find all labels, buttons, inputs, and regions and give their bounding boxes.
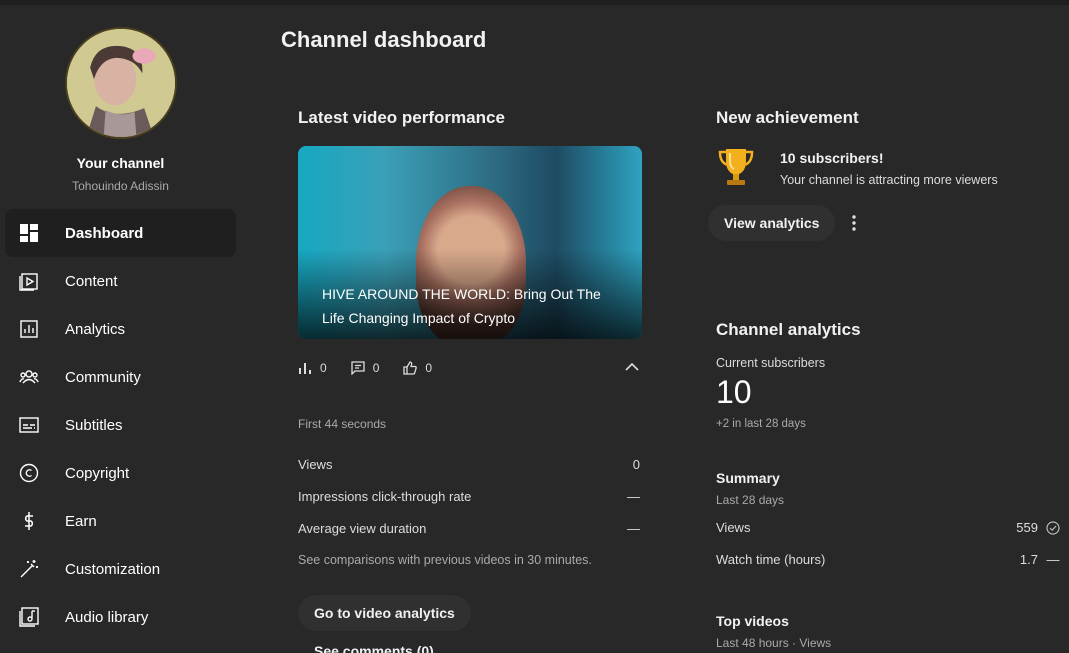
channel-analytics-title: Channel analytics	[716, 320, 861, 339]
sidebar-item-subtitles[interactable]: Subtitles	[5, 401, 236, 449]
chevron-up-icon[interactable]	[624, 359, 640, 375]
new-achievement-title: New achievement	[716, 108, 859, 127]
summary-value: 559	[1016, 520, 1038, 535]
metric-value: —	[627, 521, 640, 536]
sidebar-item-label: Analytics	[65, 320, 126, 338]
summary-title: Summary	[716, 470, 780, 486]
page-title: Channel dashboard	[281, 27, 487, 52]
view-analytics-button[interactable]: View analytics	[708, 205, 836, 241]
sidebar-item-copyright[interactable]: Copyright	[5, 449, 236, 497]
sidebar-item-customization[interactable]: Customization	[5, 545, 236, 593]
community-icon	[19, 367, 39, 387]
check-circle-icon	[1046, 520, 1060, 535]
sidebar-item-label: Content	[65, 272, 118, 290]
trophy-icon	[718, 149, 754, 185]
summary-row-views: Views 559	[716, 520, 1060, 535]
metric-label: Impressions click-through rate	[298, 489, 472, 504]
sidebar-item-label: Customization	[65, 560, 161, 578]
subscribers-delta: +2 in last 28 days	[716, 418, 806, 430]
channel-name: Tohouindo Adissin	[72, 179, 169, 193]
avatar-image	[67, 29, 175, 137]
top-videos-period: Last 48 hours · Views	[716, 636, 832, 650]
summary-row-watch-time: Watch time (hours) 1.7 —	[716, 552, 1060, 567]
your-channel-label: Your channel	[76, 155, 165, 171]
metric-label: Views	[298, 457, 333, 472]
metric-label: Average view duration	[298, 521, 427, 536]
sidebar: Your channel Tohouindo Adissin Dashboard…	[0, 5, 241, 653]
views-stat: 0	[298, 361, 327, 375]
sidebar-item-dashboard[interactable]: Dashboard	[5, 209, 236, 257]
channel-avatar[interactable]	[65, 27, 177, 139]
sidebar-item-label: Community	[65, 368, 141, 386]
metric-row-avd: Average view duration —	[298, 521, 640, 536]
copyright-icon	[19, 463, 39, 483]
dashboard-icon	[19, 223, 39, 243]
more-vert-icon	[852, 215, 856, 231]
bar-chart-icon	[299, 363, 311, 374]
sidebar-item-audio-library[interactable]: Audio library	[5, 593, 236, 641]
content-icon	[19, 271, 39, 291]
sidebar-item-label: Earn	[65, 512, 97, 530]
sidebar-item-community[interactable]: Community	[5, 353, 236, 401]
see-comments-button[interactable]: See comments (0)	[298, 633, 450, 653]
likes-stat: 0	[403, 361, 432, 375]
likes-count: 0	[425, 361, 433, 375]
latest-video-title: Latest video performance	[298, 108, 505, 127]
thumbs-up-icon	[403, 361, 418, 375]
audio-library-icon	[19, 607, 39, 627]
achievement-title: 10 subscribers!	[780, 150, 884, 166]
sidebar-item-label: Copyright	[65, 464, 130, 482]
analytics-icon	[19, 319, 39, 339]
metric-value: —	[627, 489, 640, 504]
subtitles-icon	[19, 415, 39, 435]
achievement-subtitle: Your channel is attracting more viewers	[780, 173, 998, 187]
magic-wand-icon	[19, 559, 39, 579]
current-subscribers-label: Current subscribers	[716, 356, 826, 370]
dollar-icon	[19, 511, 39, 531]
metric-row-ctr: Impressions click-through rate —	[298, 489, 640, 504]
summary-value-wrap: 559	[1016, 520, 1060, 535]
sidebar-item-label: Audio library	[65, 608, 149, 626]
comment-icon	[351, 361, 365, 375]
summary-label: Views	[716, 520, 751, 535]
sidebar-item-earn[interactable]: Earn	[5, 497, 236, 545]
comments-count: 0	[372, 361, 380, 375]
sidebar-item-content[interactable]: Content	[5, 257, 236, 305]
more-options-button[interactable]	[842, 211, 866, 235]
video-stats-row: 0 0 0	[298, 359, 642, 377]
go-to-video-analytics-button[interactable]: Go to video analytics	[298, 595, 471, 631]
top-videos-title: Top videos	[716, 613, 789, 629]
summary-value: 1.7	[1019, 552, 1038, 567]
summary-label: Watch time (hours)	[716, 552, 826, 567]
sidebar-item-label: Subtitles	[65, 416, 123, 434]
comparison-note: See comparisons with previous videos in …	[298, 553, 592, 567]
first-period-label: First 44 seconds	[298, 417, 387, 431]
video-title[interactable]: HIVE AROUND THE WORLD: Bring Out The Lif…	[322, 282, 622, 330]
metric-row-views: Views 0	[298, 457, 640, 472]
summary-value-wrap: 1.7 —	[1020, 552, 1060, 567]
current-subscribers-count: 10	[716, 374, 752, 410]
video-thumbnail[interactable]: HIVE AROUND THE WORLD: Bring Out The Lif…	[298, 146, 642, 339]
summary-indicator: —	[1046, 552, 1060, 567]
views-count: 0	[320, 361, 327, 375]
sidebar-item-analytics[interactable]: Analytics	[5, 305, 236, 353]
comments-stat: 0	[351, 361, 380, 375]
metric-value: 0	[632, 457, 640, 472]
sidebar-nav: Dashboard Content Analytics Community Su…	[5, 209, 236, 641]
summary-period: Last 28 days	[716, 493, 785, 507]
sidebar-item-label: Dashboard	[65, 224, 144, 242]
